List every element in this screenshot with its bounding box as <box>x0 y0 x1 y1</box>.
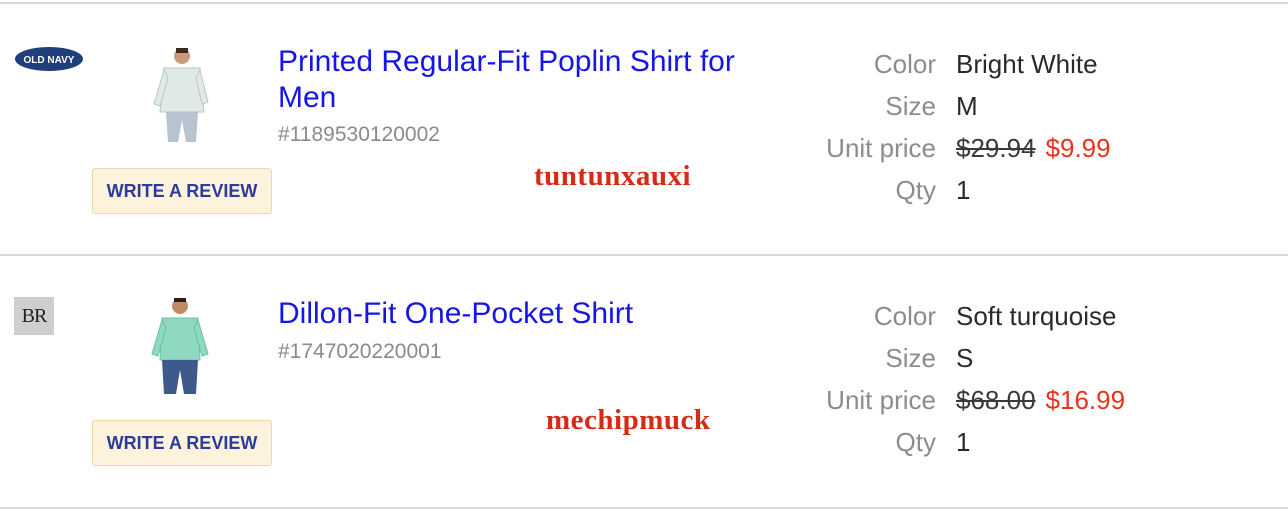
banana-republic-logo-icon: BR <box>14 297 54 335</box>
product-title-link[interactable]: Dillon-Fit One-Pocket Shirt <box>278 296 788 332</box>
attr-row-color: Color Bright White <box>800 43 1280 85</box>
attr-row-qty: Qty 1 <box>800 169 1280 211</box>
attr-row-size: Size M <box>800 85 1280 127</box>
qty-label: Qty <box>895 174 936 205</box>
product-attributes: Color Bright White Size M Unit price $29… <box>800 43 1280 211</box>
original-price: $29.94 <box>956 132 1036 163</box>
color-value: Bright White <box>956 48 1098 79</box>
sale-price: $9.99 <box>1045 132 1111 163</box>
watermark-text: mechipmuck <box>546 404 711 436</box>
write-review-button[interactable]: WRITE A REVIEW <box>92 168 272 214</box>
product-thumbnail[interactable] <box>130 294 230 394</box>
order-item: OLD NAVY Printed Regular-Fit Poplin Shir… <box>0 4 1288 254</box>
bottom-divider <box>0 507 1288 509</box>
watermark-text: tuntunxauxi <box>534 160 692 192</box>
qty-value: 1 <box>956 174 971 205</box>
br-logo-text: BR <box>21 304 48 327</box>
old-navy-logo-icon: OLD NAVY <box>14 46 84 72</box>
product-thumbnail[interactable] <box>130 42 230 142</box>
price-values: $68.00 $16.99 <box>956 385 1125 416</box>
qty-value: 1 <box>956 426 971 457</box>
product-sku: #1189530120002 <box>278 123 440 146</box>
sale-price: $16.99 <box>1045 384 1126 415</box>
order-item: BR Dillon-Fit One-Pocket Shirt #17470202… <box>0 256 1288 506</box>
attr-row-price: Unit price $29.94 $9.99 <box>800 127 1280 169</box>
original-price: $68.00 <box>956 384 1036 415</box>
size-value: M <box>956 90 978 121</box>
color-label: Color <box>873 300 936 331</box>
product-attributes: Color Soft turquoise Size S Unit price $… <box>800 295 1280 463</box>
price-values: $29.94 $9.99 <box>956 133 1111 164</box>
size-label: Size <box>885 342 936 373</box>
product-title-link[interactable]: Printed Regular-Fit Poplin Shirt for Men <box>278 44 788 116</box>
attr-row-price: Unit price $68.00 $16.99 <box>800 379 1280 421</box>
attr-row-color: Color Soft turquoise <box>800 295 1280 337</box>
size-value: S <box>956 342 974 373</box>
color-value: Soft turquoise <box>956 300 1117 331</box>
price-label: Unit price <box>826 132 936 163</box>
qty-label: Qty <box>895 426 936 457</box>
write-review-button[interactable]: WRITE A REVIEW <box>92 420 272 466</box>
size-label: Size <box>885 90 936 121</box>
attr-row-size: Size S <box>800 337 1280 379</box>
old-navy-logo-text: OLD NAVY <box>24 55 75 66</box>
color-label: Color <box>873 48 936 79</box>
product-sku: #1747020220001 <box>278 340 442 363</box>
attr-row-qty: Qty 1 <box>800 421 1280 463</box>
price-label: Unit price <box>826 384 936 415</box>
